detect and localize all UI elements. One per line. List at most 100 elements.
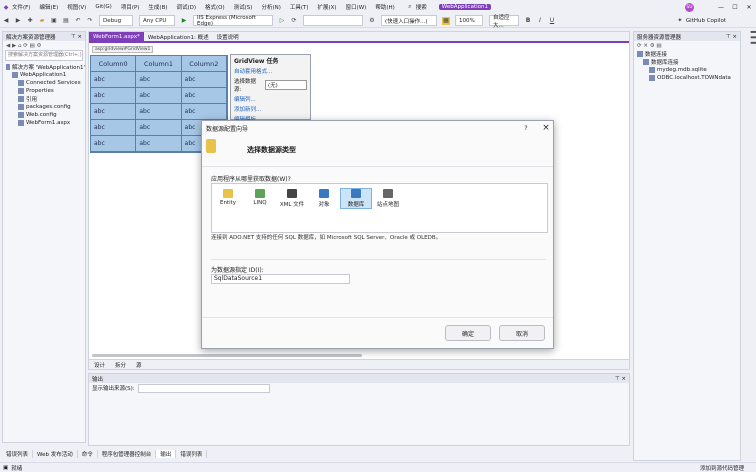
menu-item[interactable]: 格式(O) xyxy=(205,3,225,11)
save-icon[interactable]: ▣ xyxy=(50,17,58,25)
id-label: 为数据源指定 ID(I): xyxy=(211,267,264,274)
bottom-tool-tab[interactable]: Web 发布活动 xyxy=(33,450,78,458)
tree-item-label: 数据连接 xyxy=(645,52,668,58)
copilot-label[interactable]: GitHub Copilot xyxy=(686,18,726,24)
menu-item[interactable]: 生成(B) xyxy=(148,3,167,11)
minimize-button[interactable]: — xyxy=(714,4,728,11)
run-without-debug-icon[interactable]: ▷ xyxy=(278,17,286,25)
menu-item[interactable]: Git(G) xyxy=(95,4,112,10)
undo-icon[interactable]: ↶ xyxy=(74,17,82,25)
refresh-icon[interactable]: ⟳ xyxy=(290,17,298,25)
source-item-sitemap[interactable]: 站点地图 xyxy=(372,188,404,209)
menu-item[interactable]: 窗口(W) xyxy=(346,3,367,11)
run-icon[interactable]: ▶ xyxy=(180,17,188,25)
view-mode-tab[interactable]: 拆分 xyxy=(110,361,131,369)
open-folder-icon[interactable]: ▰ xyxy=(38,17,46,25)
tree-item[interactable]: 引用 xyxy=(3,95,85,103)
menu-item[interactable]: 测试(S) xyxy=(234,3,253,11)
cancel-button[interactable]: 取消 xyxy=(499,325,545,341)
tree-item[interactable]: WebApplication1 xyxy=(3,71,85,79)
tree-item[interactable]: 数据连接 xyxy=(634,50,740,58)
format-select[interactable]: 自适应大... xyxy=(489,15,519,29)
tree-item[interactable]: ODBC.localhost.TOWNdata xyxy=(634,74,740,82)
panel-pin-icon[interactable]: ⊤ × xyxy=(726,34,737,40)
bottom-tool-tab[interactable]: 程序包管理器控制台 xyxy=(98,450,157,458)
grid-cell: abc xyxy=(136,104,182,120)
document-tab[interactable]: WebApplication1: 概述 xyxy=(144,32,213,41)
tree-item-label: Connected Services xyxy=(26,80,81,86)
source-item-entity[interactable]: Entity xyxy=(212,188,244,207)
tree-item[interactable]: mydeg.mdb.sqlite xyxy=(634,66,740,74)
new-item-icon[interactable]: ✚ xyxy=(26,17,34,25)
run-target-select[interactable]: IIS Express (Microsoft Edge) xyxy=(193,15,273,27)
bottom-tool-tab[interactable]: 错误列表 xyxy=(176,450,208,458)
document-tab[interactable]: WebForm1.aspx* xyxy=(89,32,144,41)
quick-combo[interactable] xyxy=(303,15,363,26)
target-combo[interactable]: (快速入口操作...) xyxy=(381,15,437,26)
maximize-button[interactable]: ☐ xyxy=(728,4,742,11)
id-input[interactable]: SqlDataSource1 xyxy=(211,274,350,284)
menu-item[interactable]: 工具(T) xyxy=(290,3,309,11)
solution-search-input[interactable]: 搜索解决方案资源管理器(Ctrl+;) xyxy=(5,50,83,61)
menu-item[interactable]: 扩展(X) xyxy=(318,3,337,11)
source-question: 应用程序从哪里获取数据(W)? xyxy=(211,176,291,183)
editor-hscroll[interactable] xyxy=(92,354,362,357)
zoom-select[interactable]: 100% xyxy=(455,15,483,26)
redo-icon[interactable]: ↷ xyxy=(86,17,94,25)
source-item-database[interactable]: 数据库 xyxy=(340,188,372,209)
panel-pin-icon[interactable]: ⊤ × xyxy=(71,34,82,40)
platform-select[interactable]: Any CPU xyxy=(139,15,175,26)
tree-item[interactable]: Web.config xyxy=(3,111,85,119)
copilot-icon[interactable]: ✦ xyxy=(676,17,684,25)
view-mode-tab[interactable]: 设计 xyxy=(89,361,110,369)
bold-icon[interactable]: B xyxy=(524,17,532,25)
view-mode-tab[interactable]: 源 xyxy=(131,361,147,369)
source-item-linq[interactable]: LINQ xyxy=(244,188,276,207)
tree-item[interactable]: packages.config xyxy=(3,103,85,111)
document-tab[interactable]: 设置说明 xyxy=(213,32,243,41)
tree-item[interactable]: Properties xyxy=(3,87,85,95)
source-control-label[interactable]: 添加到源代码管理 xyxy=(700,464,744,472)
gridview-task-link[interactable]: 添加新列... xyxy=(231,104,310,114)
close-window-button[interactable]: ✕ xyxy=(742,4,756,11)
gridview-task-link[interactable]: 编辑列... xyxy=(231,94,310,104)
search-icon[interactable]: ⌕ xyxy=(406,3,414,11)
menu-item[interactable]: 文件(F) xyxy=(12,3,30,11)
menu-item[interactable]: 帮助(H) xyxy=(375,3,394,11)
tree-item[interactable]: Connected Services xyxy=(3,79,85,87)
menu-item[interactable]: 项目(P) xyxy=(121,3,140,11)
bottom-tool-tab[interactable]: 命令 xyxy=(78,450,98,458)
underline-icon[interactable]: U xyxy=(548,17,556,25)
dialog-help-button[interactable]: ? xyxy=(519,125,533,132)
choose-source-select[interactable]: (无) xyxy=(264,80,307,90)
bottom-tool-tab[interactable]: 输出 xyxy=(156,450,177,458)
bottom-tool-tab[interactable]: 错误列表 xyxy=(2,450,34,458)
source-item-xml[interactable]: XML 文件 xyxy=(276,188,308,209)
back-icon[interactable]: ◀ xyxy=(2,17,10,25)
menu-item[interactable]: 编辑(E) xyxy=(39,3,58,11)
forward-icon[interactable]: ▶ xyxy=(14,17,22,25)
output-source-select[interactable] xyxy=(137,383,270,393)
user-avatar[interactable]: SU xyxy=(685,2,694,12)
grid-cell: abc xyxy=(181,72,227,88)
save-all-icon[interactable]: ▤ xyxy=(62,17,70,25)
menu-item[interactable]: 视图(V) xyxy=(67,3,86,11)
tree-item[interactable]: WebForm1.aspx xyxy=(3,119,85,127)
source-item-object[interactable]: 对象 xyxy=(308,188,340,209)
autoformat-link[interactable]: 自动套用格式... xyxy=(231,66,310,76)
panel-pin-icon[interactable]: ⊤ × xyxy=(615,376,626,382)
search-label[interactable]: 搜索 xyxy=(416,3,427,11)
ok-button[interactable]: 确定 xyxy=(445,325,491,341)
tree-item[interactable]: 解决方案 'WebApplication1' xyxy=(3,63,85,71)
source-item-label: LINQ xyxy=(253,200,267,206)
align-icon[interactable]: ▦ xyxy=(442,16,450,25)
menu-item[interactable]: 调试(D) xyxy=(177,3,197,11)
config-select[interactable]: Debug xyxy=(99,15,133,26)
tree-item-label: packages.config xyxy=(26,104,71,110)
menu-bar: 文件(F) 编辑(E) 视图(V) Git(G) 项目(P) 生成(B) 调试(D) 格式(O… xyxy=(12,3,404,11)
dialog-close-button[interactable]: × xyxy=(539,123,553,133)
tree-item[interactable]: 数据库连接 xyxy=(634,58,740,66)
menu-item[interactable]: 分析(N) xyxy=(261,3,280,11)
italic-icon[interactable]: I xyxy=(536,17,544,25)
settings-icon[interactable]: ⚙ xyxy=(368,17,376,25)
